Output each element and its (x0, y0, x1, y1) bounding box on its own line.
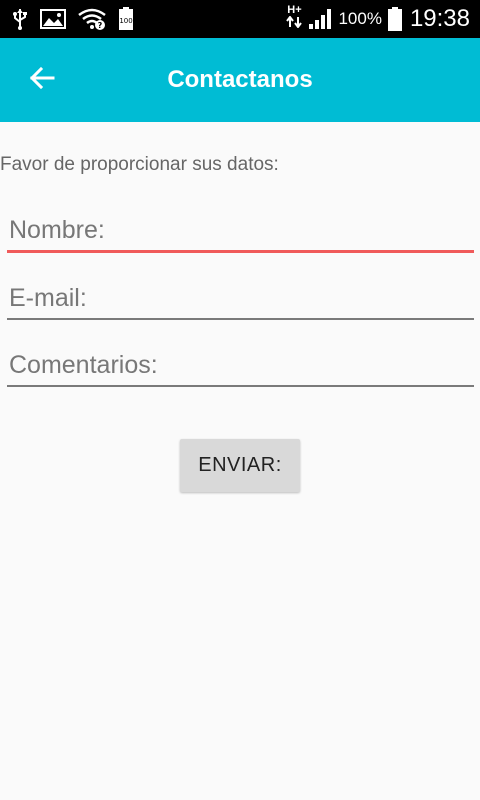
arrow-back-icon (29, 66, 55, 95)
svg-text:100: 100 (119, 17, 132, 25)
page-title: Contactanos (167, 66, 313, 93)
image-icon (40, 9, 66, 29)
network-arrows-icon: H+ (286, 4, 303, 33)
wifi-question-icon: ? (78, 8, 106, 30)
usb-icon (12, 8, 28, 30)
form-instructions: Favor de proporcionar sus datos: (0, 154, 279, 175)
submit-button[interactable]: ENVIAR: (180, 439, 300, 492)
back-button[interactable] (20, 60, 64, 100)
battery-icon (387, 7, 402, 31)
network-type-label: H+ (287, 4, 302, 16)
app-bar: Contactanos (0, 38, 480, 122)
battery-saver-icon: 100 (118, 7, 134, 31)
clock: 19:38 (409, 5, 470, 32)
signal-icon (308, 8, 332, 30)
status-bar: ? 100 H+ 100% 19:38 (0, 0, 480, 38)
svg-text:?: ? (98, 21, 103, 30)
email-field-underline (7, 318, 474, 320)
email-field[interactable] (7, 276, 474, 320)
name-field[interactable] (7, 208, 474, 252)
comments-field[interactable] (7, 343, 474, 387)
battery-percent: 100% (338, 9, 382, 28)
name-field-underline (7, 250, 474, 253)
comments-field-underline (7, 385, 474, 387)
